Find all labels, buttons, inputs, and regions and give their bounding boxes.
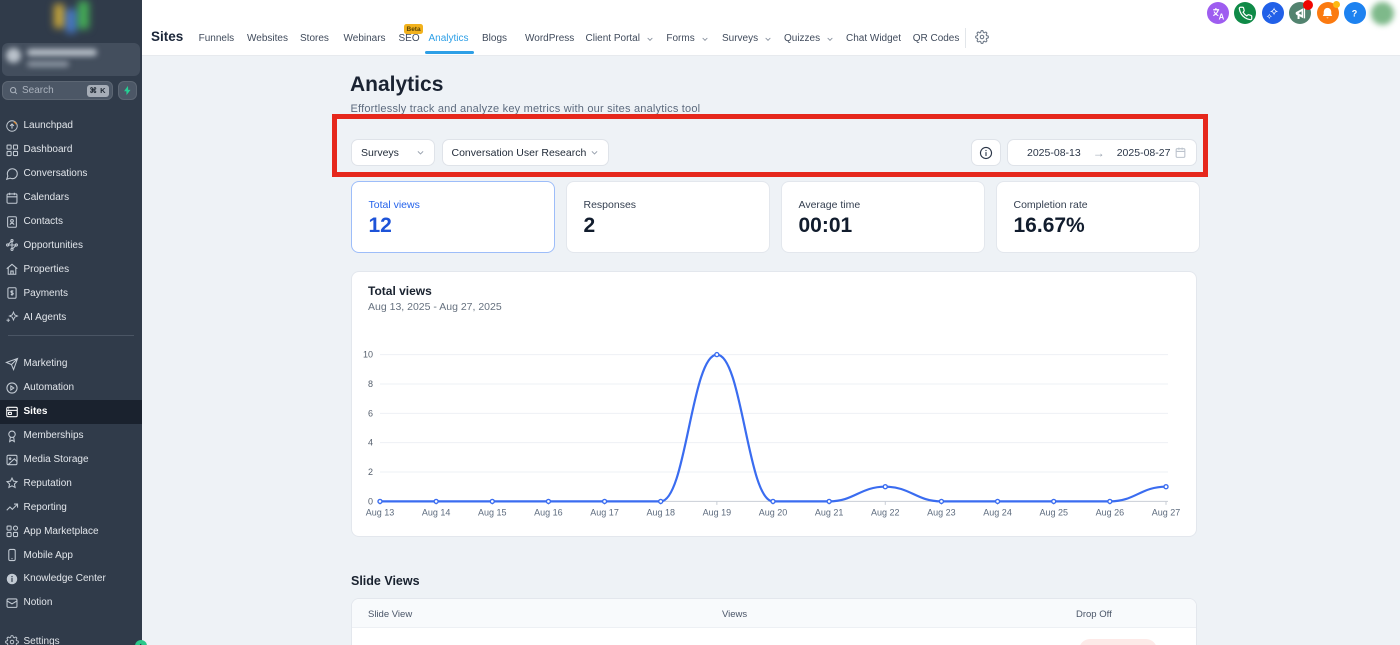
svg-text:Aug 25: Aug 25 — [1039, 507, 1068, 517]
svg-text:Aug 20: Aug 20 — [758, 507, 787, 517]
svg-text:2: 2 — [367, 467, 372, 477]
svg-text:Aug 27: Aug 27 — [1151, 507, 1180, 517]
svg-text:?: ? — [1352, 8, 1358, 18]
svg-text:10: 10 — [362, 350, 372, 360]
svg-text:Aug 26: Aug 26 — [1095, 507, 1124, 517]
svg-text:Aug 17: Aug 17 — [590, 507, 619, 517]
svg-text:Aug 14: Aug 14 — [421, 507, 450, 517]
svg-text:Aug 16: Aug 16 — [534, 507, 563, 517]
svg-text:Aug 23: Aug 23 — [927, 507, 956, 517]
svg-text:0: 0 — [367, 496, 372, 506]
svg-text:Aug 15: Aug 15 — [478, 507, 507, 517]
svg-text:Aug 21: Aug 21 — [814, 507, 843, 517]
svg-text:A: A — [1218, 12, 1224, 21]
svg-text:Aug 19: Aug 19 — [702, 507, 731, 517]
svg-text:Aug 24: Aug 24 — [983, 507, 1012, 517]
svg-text:Aug 18: Aug 18 — [646, 507, 675, 517]
svg-text:6: 6 — [367, 408, 372, 418]
svg-text:8: 8 — [367, 379, 372, 389]
svg-text:4: 4 — [367, 438, 372, 448]
svg-text:Aug 22: Aug 22 — [871, 507, 900, 517]
svg-text:Aug 13: Aug 13 — [365, 507, 394, 517]
